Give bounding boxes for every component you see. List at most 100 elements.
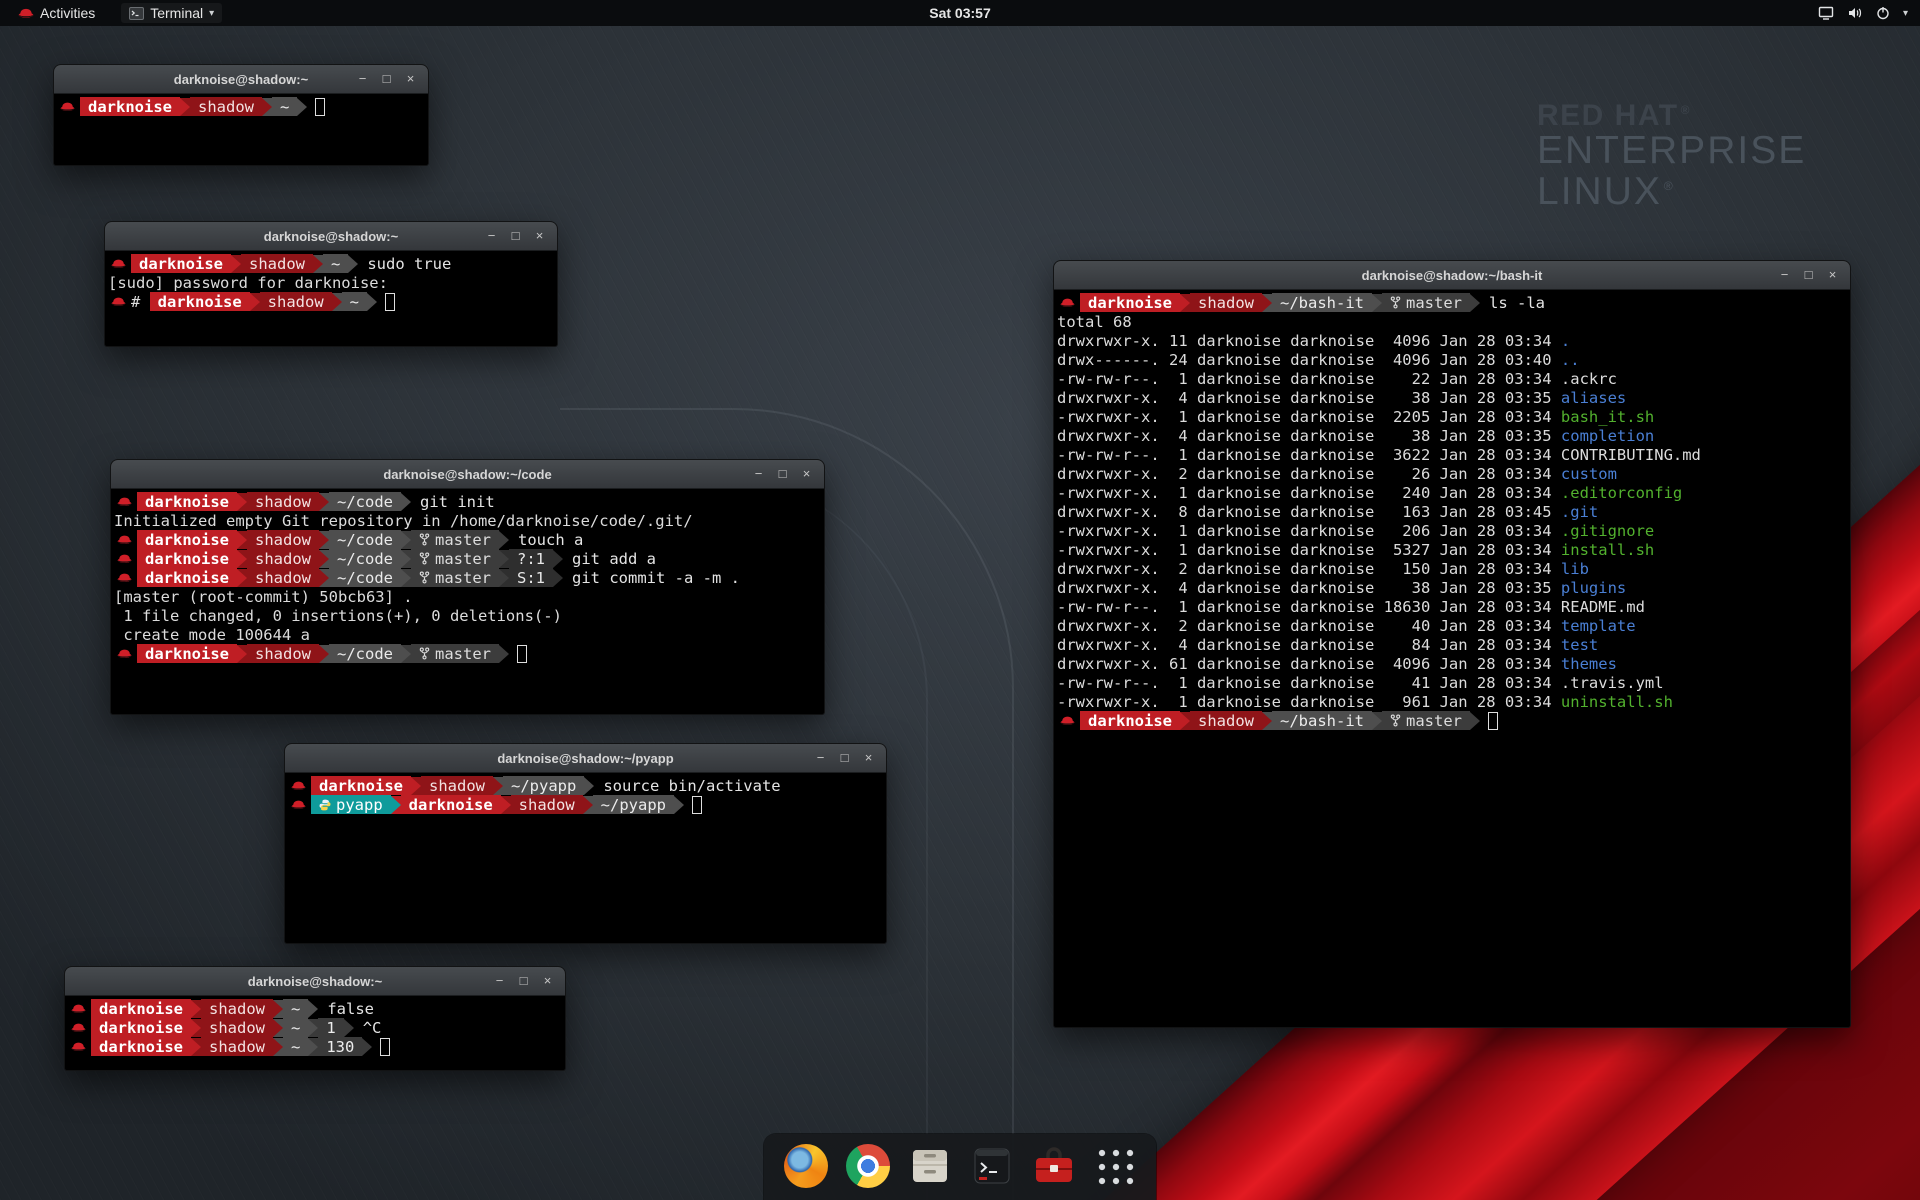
powerline-arrow-icon [191, 1000, 201, 1018]
minimize-button[interactable]: − [752, 460, 765, 488]
terminal-line: darknoiseshadow~/codemasterS:1git commit… [114, 568, 822, 587]
volume-icon[interactable] [1847, 6, 1863, 20]
app-menu-label: Terminal [150, 5, 203, 21]
prompt-segment-user: darknoise [91, 1037, 191, 1056]
window-titlebar[interactable]: darknoise@shadow:~ −□ × [65, 967, 565, 996]
prompt-segment-exit: 130 [318, 1037, 362, 1056]
powerline-arrow-icon [319, 569, 329, 587]
window-titlebar[interactable]: darknoise@shadow:~ −□× [105, 222, 557, 251]
prompt-segment-host: shadow [421, 776, 493, 795]
powerline-arrow-icon [237, 493, 247, 511]
command-text: git add a [572, 550, 656, 568]
maximize-button[interactable]: □ [1802, 261, 1815, 289]
prompt-segment-user: darknoise [137, 644, 237, 663]
prompt-segment-branch: master [411, 549, 499, 568]
prompt-segment-path: ~/code [329, 492, 401, 511]
prompt-segment-host: shadow [201, 999, 273, 1018]
minimize-button[interactable]: − [814, 744, 827, 772]
window-titlebar[interactable]: darknoise@shadow:~/bash-it −□× [1054, 261, 1850, 290]
window-titlebar[interactable]: darknoise@shadow:~/code −□× [111, 460, 824, 489]
maximize-button[interactable]: □ [776, 460, 789, 488]
close-button[interactable]: × [1826, 261, 1839, 289]
maximize-button[interactable]: □ [838, 744, 851, 772]
maximize-button[interactable]: □ [509, 222, 522, 250]
powerline-arrow-icon [1180, 294, 1190, 312]
terminal-content[interactable]: darknoiseshadow~sudo true[sudo] password… [105, 251, 557, 314]
directory-name: custom [1561, 465, 1617, 483]
powerline-arrow-icon [313, 255, 323, 273]
system-status-area[interactable]: ▾ [1818, 6, 1920, 20]
terminal-content[interactable]: darknoiseshadow~ [54, 94, 428, 119]
terminal-line: total 68 [1057, 312, 1848, 331]
terminal-line: create mode 100644 a [114, 625, 822, 644]
close-button[interactable]: × [404, 65, 417, 93]
dock-terminal-icon[interactable] [970, 1144, 1014, 1188]
prompt-segment-path: ~ [323, 254, 348, 273]
branch-icon [419, 647, 430, 660]
prompt-segment-status: ?:1 [509, 549, 553, 568]
display-icon[interactable] [1818, 6, 1834, 20]
terminal-window: darknoise@shadow:~/bash-it −□× darknoise… [1053, 260, 1851, 1028]
minimize-button[interactable]: − [1778, 261, 1791, 289]
registered-mark: ® [1681, 103, 1691, 117]
maximize-button[interactable]: □ [517, 967, 530, 995]
prompt-segment-path: ~ [342, 292, 367, 311]
terminal-content[interactable]: darknoiseshadow~/codegit initInitialized… [111, 489, 824, 666]
powerline-arrow-icon [348, 255, 358, 273]
maximize-button[interactable]: □ [380, 65, 393, 93]
powerline-arrow-icon [180, 98, 190, 116]
terminal-line: -rw-rw-r--. 1 darknoise darknoise 22 Jan… [1057, 369, 1848, 388]
prompt-segment-host: shadow [241, 254, 313, 273]
terminal-line: -rwxrwxr-x. 1 darknoise darknoise 961 Ja… [1057, 692, 1848, 711]
close-button[interactable]: × [800, 460, 813, 488]
clock-button[interactable]: Sat 03:57 [929, 5, 990, 21]
output-text: drwxrwxr-x. 4 darknoise darknoise 84 Jan… [1057, 636, 1561, 654]
prompt-segment-user: darknoise [91, 1018, 191, 1037]
dock-firefox-icon[interactable] [784, 1144, 828, 1188]
dock-files-icon[interactable] [908, 1144, 952, 1188]
dock-app-grid-icon[interactable] [1094, 1145, 1136, 1187]
prompt-segment-host: shadow [511, 795, 583, 814]
close-button[interactable]: × [533, 222, 546, 250]
power-icon[interactable] [1876, 6, 1890, 20]
terminal-content[interactable]: darknoiseshadow~falsedarknoiseshadow~1^C… [65, 996, 565, 1059]
terminal-app-icon [129, 7, 144, 20]
terminal-line: [master (root-commit) 50bcb63] . [114, 587, 822, 606]
minimize-button[interactable]: − [485, 222, 498, 250]
dock-toolbox-icon[interactable] [1032, 1144, 1076, 1188]
redhat-prompt-icon [117, 572, 132, 583]
app-menu-button[interactable]: Terminal ▾ [121, 3, 222, 23]
top-bar: Activities Terminal ▾ Sat 03:57 ▾ [0, 0, 1920, 26]
powerline-arrow-icon [391, 796, 401, 814]
window-title: darknoise@shadow:~ [65, 974, 565, 989]
redhat-prompt-icon [1060, 297, 1075, 308]
output-text: drwxrwxr-x. 2 darknoise darknoise 26 Jan… [1057, 465, 1561, 483]
dock-chrome-icon[interactable] [846, 1144, 890, 1188]
prompt-segment-path: ~/code [329, 549, 401, 568]
prompt-segment-branch: master [411, 644, 499, 663]
powerline-arrow-icon [237, 569, 247, 587]
output-text: -rwxrwxr-x. 1 darknoise darknoise 240 Ja… [1057, 484, 1561, 502]
chevron-down-icon: ▾ [209, 8, 214, 19]
terminal-line: -rwxrwxr-x. 1 darknoise darknoise 5327 J… [1057, 540, 1848, 559]
window-titlebar[interactable]: darknoise@shadow:~/pyapp −□× [285, 744, 886, 773]
powerline-arrow-icon [1262, 712, 1272, 730]
terminal-content[interactable]: darknoiseshadow~/bash-itmasterls -latota… [1054, 290, 1850, 733]
window-titlebar[interactable]: darknoise@shadow:~ −□× [54, 65, 428, 94]
minimize-button[interactable]: − [356, 65, 369, 93]
redhat-prompt-icon [71, 1003, 86, 1014]
terminal-content[interactable]: darknoiseshadow~/pyappsource bin/activat… [285, 773, 886, 817]
activities-button[interactable]: Activities [10, 3, 103, 23]
close-button[interactable]: × [541, 967, 554, 995]
terminal-line: -rw-rw-r--. 1 darknoise darknoise 18630 … [1057, 597, 1848, 616]
prompt-segment-path: ~ [272, 97, 297, 116]
terminal-line: -rw-rw-r--. 1 darknoise darknoise 41 Jan… [1057, 673, 1848, 692]
powerline-arrow-icon [493, 777, 503, 795]
powerline-arrow-icon [319, 550, 329, 568]
minimize-button[interactable]: − [493, 967, 506, 995]
branding-line1: RED HAT [1537, 99, 1679, 132]
powerline-arrow-icon [231, 255, 241, 273]
close-button[interactable]: × [862, 744, 875, 772]
prompt-segment-path: ~/pyapp [593, 795, 674, 814]
powerline-arrow-icon [237, 645, 247, 663]
